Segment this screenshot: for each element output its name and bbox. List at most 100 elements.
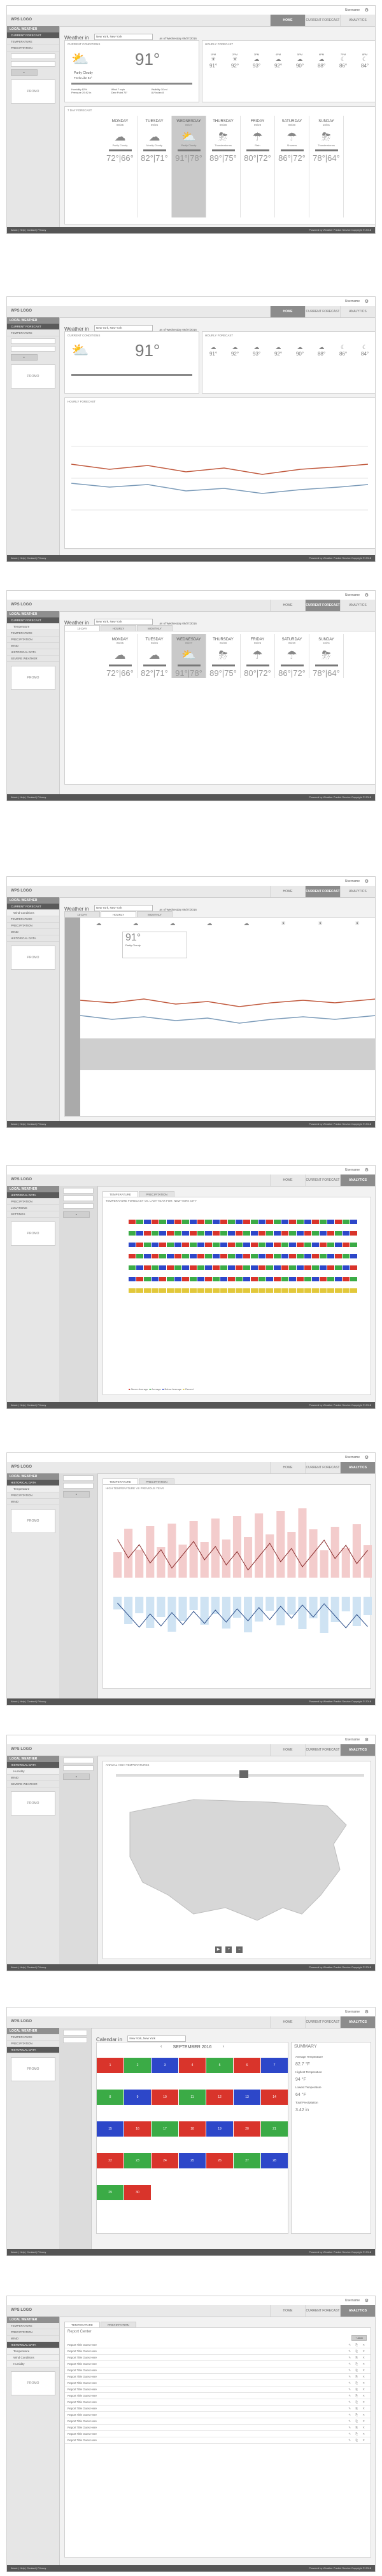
sidebar-item-wind[interactable]: WIND — [7, 1775, 59, 1781]
report-row[interactable]: Report Title Goes Here ✎ ⎘ ✕ — [65, 2412, 371, 2418]
heatgrid-cell[interactable] — [266, 1231, 273, 1236]
timeline-handle[interactable] — [239, 1770, 248, 1778]
sidebar-go-button[interactable]: ▸ — [11, 354, 38, 361]
calendar-day[interactable]: 6 — [234, 2058, 260, 2073]
heatgrid-cell[interactable] — [167, 1254, 174, 1258]
day-card[interactable]: MONDAY 09/25 ☁ 72°|66° — [103, 634, 138, 678]
heatgrid-cell[interactable] — [213, 1277, 220, 1281]
heatgrid-cell[interactable] — [312, 1265, 319, 1270]
sidebar-item-current-forecast[interactable]: CURRENT FORECAST — [7, 324, 59, 330]
calendar-day[interactable]: 2 — [124, 2058, 151, 2073]
heatgrid-cell[interactable] — [258, 1254, 265, 1258]
heatgrid-cell[interactable] — [243, 1265, 250, 1270]
nav-tab-analytics[interactable]: ANALYTICS — [340, 1462, 375, 1473]
heatgrid-cell[interactable] — [343, 1265, 350, 1270]
filter-field[interactable] — [63, 1203, 94, 1209]
heatgrid-cell[interactable] — [129, 1265, 136, 1270]
heatgrid-cell[interactable] — [243, 1231, 250, 1236]
sidebar-field[interactable] — [11, 338, 55, 344]
heatgrid-cell[interactable] — [335, 1231, 342, 1236]
heatgrid-cell[interactable] — [320, 1277, 327, 1281]
heatgrid-cell[interactable] — [182, 1265, 189, 1270]
sidebar-item-historical[interactable]: HISTORICAL DATA — [7, 1480, 59, 1486]
filter-field[interactable] — [63, 1765, 94, 1771]
heatgrid-cell[interactable] — [144, 1254, 151, 1258]
footer-links[interactable]: About | Help | Contact | Privacy — [11, 1403, 46, 1407]
nav-tab-home[interactable]: HOME — [270, 2305, 305, 2317]
heatgrid-cell[interactable] — [327, 1277, 334, 1281]
nav-tab-analytics[interactable]: ANALYTICS — [340, 886, 375, 897]
heatgrid-cell[interactable] — [289, 1231, 296, 1236]
heatgrid-cell[interactable] — [152, 1243, 159, 1247]
heatgrid-cell[interactable] — [167, 1220, 174, 1224]
row-action-icons[interactable]: ✎ ⎘ ✕ — [348, 2367, 367, 2373]
row-action-icons[interactable]: ✎ ⎘ ✕ — [348, 2355, 367, 2360]
sidebar-field[interactable] — [11, 346, 55, 352]
heatgrid-cell[interactable] — [167, 1265, 174, 1270]
heatgrid-cell[interactable] — [174, 1254, 181, 1258]
heatgrid-cell[interactable] — [289, 1265, 296, 1270]
logo[interactable]: WPS LOGO — [11, 1465, 32, 1469]
filter-field[interactable] — [63, 2037, 87, 2043]
username[interactable]: Username — [345, 300, 360, 303]
sidebar-item-wind[interactable]: WIND — [7, 929, 59, 935]
heatgrid-cell[interactable] — [258, 1220, 265, 1224]
sidebar-item-current-forecast[interactable]: CURRENT FORECAST — [7, 32, 59, 39]
heatgrid-cell[interactable] — [190, 1243, 197, 1247]
calendar-day[interactable]: 13 — [234, 2090, 260, 2105]
apply-button[interactable]: ▸ — [63, 1211, 90, 1218]
heatgrid-cell[interactable] — [182, 1231, 189, 1236]
row-action-icons[interactable]: ✎ ⎘ ✕ — [348, 2425, 367, 2430]
heatgrid-cell[interactable] — [205, 1231, 212, 1236]
heatgrid-cell[interactable] — [274, 1277, 281, 1281]
heatgrid-cell[interactable] — [281, 1220, 288, 1224]
footer-links[interactable]: About | Help | Contact | Privacy — [11, 2250, 46, 2254]
apply-button[interactable]: ▸ — [63, 1774, 90, 1780]
heatgrid-cell[interactable] — [258, 1277, 265, 1281]
heatgrid-cell[interactable] — [190, 1220, 197, 1224]
heatgrid-cell[interactable] — [281, 1277, 288, 1281]
sidebar-subitem[interactable]: Temperature — [7, 624, 59, 630]
calendar-day[interactable]: 10 — [152, 2090, 178, 2105]
nav-tab-home[interactable]: HOME — [270, 886, 305, 897]
heatgrid-cell[interactable] — [213, 1243, 220, 1247]
logo[interactable]: WPS LOGO — [11, 603, 32, 607]
heatgrid-cell[interactable] — [197, 1265, 204, 1270]
heatgrid-cell[interactable] — [182, 1243, 189, 1247]
heatgrid-cell[interactable] — [220, 1231, 227, 1236]
heatgrid-cell[interactable] — [320, 1288, 327, 1293]
nav-tab-analytics[interactable]: ANALYTICS — [340, 1174, 375, 1186]
calendar-day[interactable]: 12 — [206, 2090, 233, 2105]
logo[interactable]: WPS LOGO — [11, 18, 32, 22]
username[interactable]: Username — [345, 1738, 360, 1742]
heatgrid-cell[interactable] — [335, 1220, 342, 1224]
row-action-icons[interactable]: ✎ ⎘ ✕ — [348, 2380, 367, 2386]
gear-icon[interactable]: ⚙ — [365, 2009, 369, 2015]
day-card[interactable]: TUESDAY 09/26 ☁ 82°|71° — [138, 634, 172, 678]
heatgrid-cell[interactable] — [205, 1243, 212, 1247]
zoom-out-icon[interactable]: − — [236, 1946, 243, 1953]
hour-selector-column[interactable] — [65, 918, 80, 1116]
heatgrid-cell[interactable] — [243, 1277, 250, 1281]
heatgrid-cell[interactable] — [174, 1265, 181, 1270]
nav-tab-current-forecast[interactable]: CURRENT FORECAST — [305, 306, 340, 317]
heatgrid-cell[interactable] — [205, 1288, 212, 1293]
heatgrid-cell[interactable] — [174, 1231, 181, 1236]
day-card[interactable]: MONDAY 09/25 ☁ Partly Cloudy 72°|66° — [103, 116, 138, 217]
row-action-icons[interactable]: ✎ ⎘ ✕ — [348, 2342, 367, 2348]
footer-links[interactable]: About | Help | Contact | Privacy — [11, 796, 46, 799]
calendar-day[interactable]: 11 — [179, 2090, 206, 2105]
heatgrid-cell[interactable] — [266, 1243, 273, 1247]
heatgrid-cell[interactable] — [312, 1243, 319, 1247]
heatgrid-cell[interactable] — [243, 1243, 250, 1247]
username[interactable]: Username — [345, 593, 360, 597]
day-card-today[interactable]: WEDNESDAY 09/27 ⛅ Partly Cloudy 91°|78° — [172, 116, 206, 217]
heatgrid-cell[interactable] — [289, 1243, 296, 1247]
nav-tab-analytics[interactable]: ANALYTICS — [340, 1744, 375, 1756]
heatgrid-cell[interactable] — [243, 1288, 250, 1293]
sidebar-item-historical[interactable]: HISTORICAL DATA — [7, 935, 59, 942]
heatgrid-cell[interactable] — [205, 1254, 212, 1258]
heatgrid-cell[interactable] — [190, 1265, 197, 1270]
calendar-day[interactable]: 17 — [152, 2121, 178, 2137]
heatgrid-cell[interactable] — [327, 1220, 334, 1224]
